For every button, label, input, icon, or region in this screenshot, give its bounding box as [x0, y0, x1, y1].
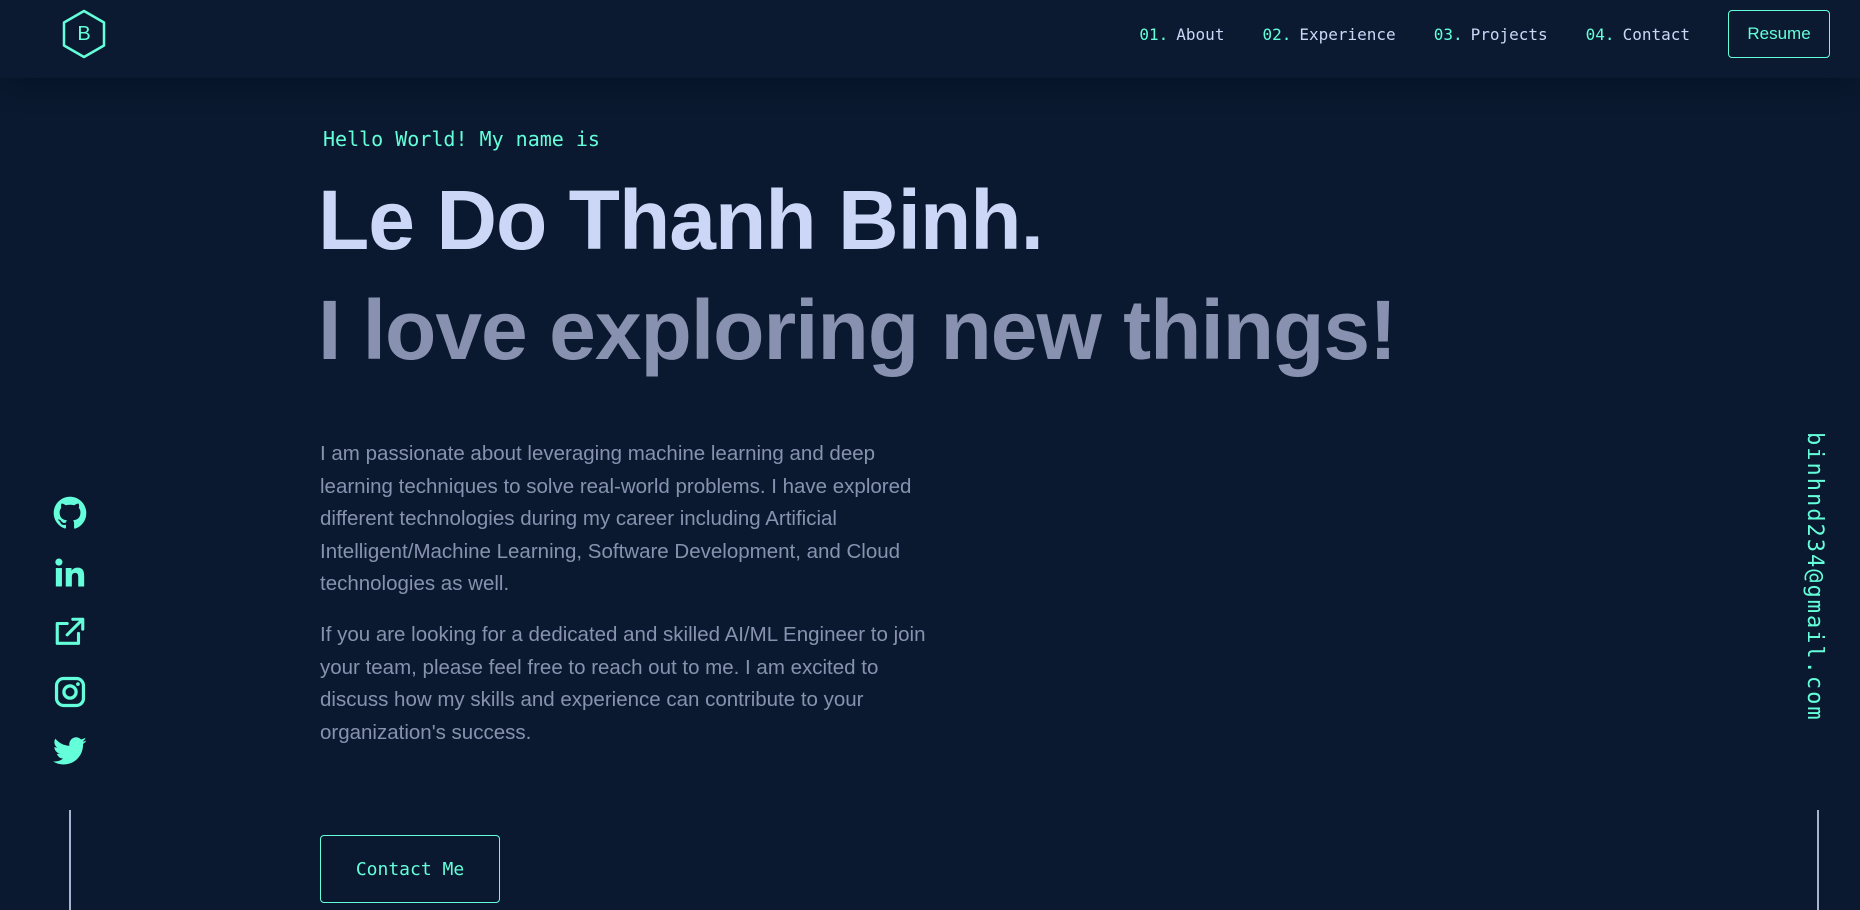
- external-link[interactable]: [52, 614, 88, 650]
- logo[interactable]: B: [58, 8, 110, 60]
- nav-number: 03.: [1433, 24, 1463, 44]
- nav-label: About: [1176, 24, 1225, 44]
- hero-name: Le Do Thanh Binh.: [318, 173, 1044, 267]
- instagram-link[interactable]: [52, 674, 88, 710]
- hero-intro: Hello World! My name is: [323, 127, 600, 151]
- instagram-icon: [54, 676, 86, 707]
- nav-item-about[interactable]: 01. About: [1139, 25, 1224, 44]
- nav-number: 01.: [1139, 24, 1169, 44]
- right-rail-line: [1817, 810, 1819, 910]
- twitter-icon: [53, 737, 87, 765]
- left-rail-line: [69, 810, 71, 910]
- github-link[interactable]: [52, 495, 88, 531]
- social-links: [52, 495, 88, 793]
- nav-item-projects[interactable]: 03. Projects: [1434, 25, 1548, 44]
- external-link-icon: [55, 617, 85, 645]
- contact-me-button[interactable]: Contact Me: [320, 835, 500, 903]
- nav-label: Projects: [1470, 24, 1548, 44]
- main-nav: 01. About 02. Experience 03. Projects 04. Co…: [1139, 10, 1830, 58]
- hero-paragraph-1: I am passionate about leveraging machine…: [320, 442, 912, 595]
- nav-label: Experience: [1299, 24, 1396, 44]
- logo-letter: B: [77, 22, 91, 45]
- github-icon: [53, 496, 87, 529]
- nav-number: 04.: [1585, 24, 1615, 44]
- hero-tagline: I love exploring new things!: [318, 283, 1397, 377]
- linkedin-icon: [55, 558, 85, 586]
- hero-paragraph-2: If you are looking for a dedicated and s…: [320, 623, 926, 744]
- portfolio-page: B 01. About 02. Experience 03. Projects 04.…: [0, 0, 1860, 910]
- resume-button[interactable]: Resume: [1728, 10, 1830, 58]
- linkedin-link[interactable]: [52, 555, 88, 591]
- email-link[interactable]: binhnd234@gmail.com: [1802, 432, 1827, 722]
- nav-item-contact[interactable]: 04. Contact: [1586, 25, 1690, 44]
- nav-label: Contact: [1622, 24, 1690, 44]
- twitter-link[interactable]: [52, 733, 88, 769]
- header-bar: B 01. About 02. Experience 03. Projects 04.…: [0, 0, 1860, 78]
- nav-number: 02.: [1262, 24, 1292, 44]
- nav-item-experience[interactable]: 02. Experience: [1262, 25, 1395, 44]
